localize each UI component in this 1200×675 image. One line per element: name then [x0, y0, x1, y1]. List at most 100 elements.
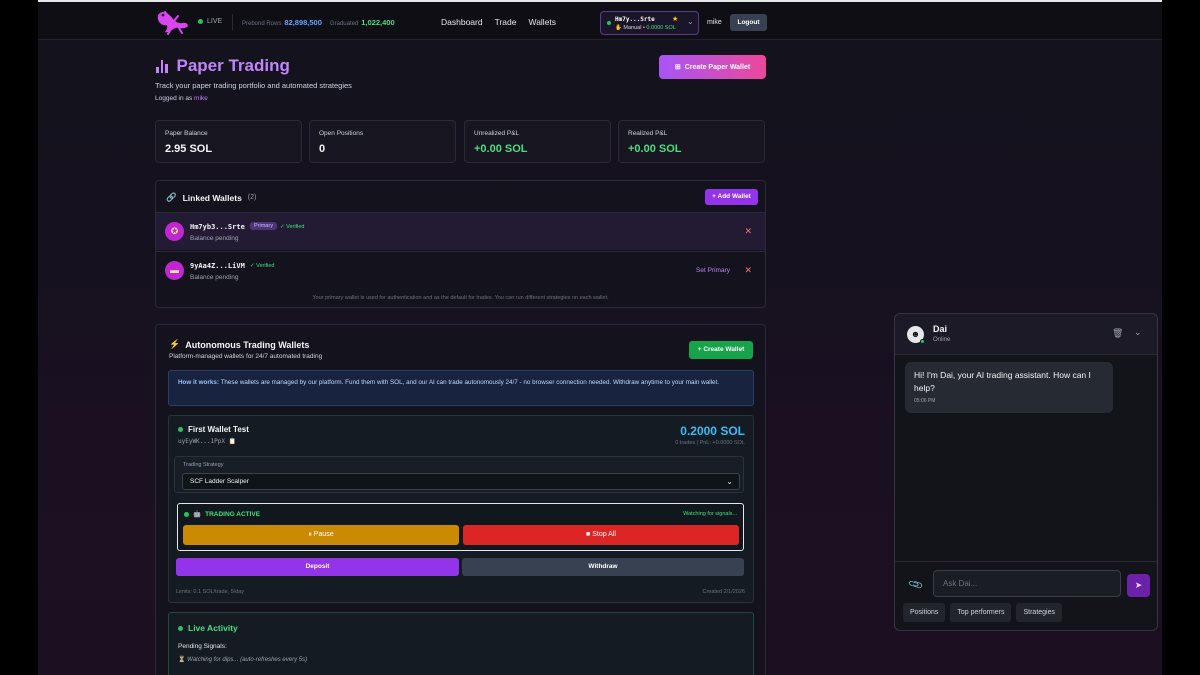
- wallet-selector[interactable]: Hm7y...Srte ★ ✋ Manual • 0.0000 SOL ⌄: [600, 11, 699, 35]
- remove-wallet-icon[interactable]: ✕: [744, 265, 752, 276]
- linked-wallets-count: (2): [247, 194, 257, 201]
- nav-link-dashboard[interactable]: Dashboard: [441, 17, 483, 27]
- pending-signals-label: Pending Signals:: [178, 643, 227, 650]
- wallet-trade-meta: 0 trades | PnL: +0.0000 SOL: [675, 440, 745, 446]
- chat-composer: 📎 ➤ Positions Top performers Strategies: [895, 561, 1157, 630]
- trading-active-label: 🤖 TRADING ACTIVE: [184, 510, 260, 518]
- set-primary-button[interactable]: Set Primary: [696, 267, 730, 274]
- message-time: 05:06 PM: [914, 398, 936, 404]
- gecko-logo-icon[interactable]: [154, 9, 190, 35]
- nav-divider: [232, 14, 233, 30]
- market-stats: Prebond Rows 82,898,500 Graduated 1,022,400: [242, 18, 403, 27]
- send-icon: ➤: [1134, 580, 1143, 590]
- chat-input[interactable]: [933, 570, 1121, 597]
- bolt-icon: ⚡: [169, 339, 181, 349]
- online-dot: [920, 339, 925, 344]
- deposit-button[interactable]: Deposit: [176, 558, 459, 576]
- page-subtitle: Track your paper trading portfolio and a…: [155, 81, 352, 90]
- quick-action-strategies[interactable]: Strategies: [1016, 603, 1063, 622]
- chevron-down-icon[interactable]: ⌄: [1134, 327, 1142, 338]
- watching-dips-line: ⏳ Watching for dips... (auto-refreshes e…: [178, 656, 307, 663]
- page-title: Paper Trading: [156, 56, 290, 76]
- active-dot: [184, 511, 189, 517]
- nav-links: Dashboard Trade Wallets: [441, 17, 556, 27]
- stat-value: +0.00 SOL: [628, 143, 682, 155]
- linked-wallets-title: Linked Wallets: [182, 192, 242, 203]
- live-dot: [198, 19, 203, 24]
- strategy-label: Trading Strategy: [183, 462, 224, 468]
- how-label: How it works:: [178, 379, 219, 386]
- wallet-balance: Balance pending: [190, 274, 239, 281]
- trash-icon[interactable]: 🗑: [1112, 328, 1123, 339]
- active-dot: [178, 427, 183, 432]
- nav-link-trade[interactable]: Trade: [495, 17, 517, 27]
- quick-action-positions[interactable]: Positions: [903, 603, 946, 622]
- chart-bars-icon: [156, 59, 168, 73]
- live-activity-text: Live Activity: [188, 623, 238, 633]
- pause-button[interactable]: ⏸ Pause: [183, 525, 459, 545]
- watching-signals: Watching for signals...: [683, 511, 737, 517]
- send-button[interactable]: ➤: [1127, 574, 1150, 597]
- stat-value: 2.95 SOL: [165, 143, 213, 155]
- nav-link-wallets[interactable]: Wallets: [528, 17, 556, 27]
- watching-dips-text: Watching for dips... (auto-refreshes eve…: [187, 657, 308, 663]
- autonomous-subtitle: Platform-managed wallets for 24/7 automa…: [169, 353, 323, 360]
- stop-all-button[interactable]: ■ Stop All: [463, 525, 739, 545]
- wallet-mode: Manual: [623, 25, 642, 31]
- logged-in-user: mike: [194, 95, 208, 102]
- copy-icon[interactable]: 📋: [229, 438, 236, 445]
- hand-icon: ✋: [615, 25, 622, 31]
- plus-box-icon: ⊞: [674, 64, 681, 71]
- stop-label: Stop All: [592, 531, 616, 538]
- stat-label: Paper Balance: [165, 130, 208, 137]
- username: mike: [707, 19, 722, 26]
- star-icon: ★: [672, 16, 679, 23]
- graduated-label: Graduated: [329, 21, 359, 27]
- wallet-address: 9yAa4Z...LiVM: [190, 262, 245, 270]
- wallet-balance: 0.2000 SOL: [680, 424, 745, 438]
- autonomous-header: ⚡ Autonomous Trading Wallets: [169, 339, 309, 350]
- logged-in-line: Logged in as mike: [155, 95, 208, 102]
- logout-button[interactable]: Logout: [730, 14, 767, 31]
- stat-label: Unrealized P&L: [474, 130, 520, 137]
- linked-wallets-header: 🔗 Linked Wallets (2): [166, 192, 256, 203]
- primary-wallet-note: Your primary wallet is used for authenti…: [312, 295, 609, 301]
- wallet-avatar: ✪: [165, 222, 184, 241]
- stat-value: +0.00 SOL: [474, 143, 528, 155]
- create-wallet-button[interactable]: + Create Wallet: [689, 341, 753, 359]
- pause-label: Pause: [313, 531, 334, 538]
- prebond-value: 82,898,500: [284, 18, 322, 27]
- wallet-address: uyEyWK...1PpX 📋: [178, 438, 236, 445]
- chevron-down-icon: ⌄: [726, 477, 733, 486]
- primary-badge: Primary: [250, 222, 277, 230]
- autonomous-wallets-panel: ⚡ Autonomous Trading Wallets Platform-ma…: [155, 324, 766, 675]
- wallet-address: Hm7yb3...Srte: [190, 223, 245, 231]
- paperclip-icon[interactable]: 📎: [908, 578, 924, 594]
- stat-card-open-positions: Open Positions 0: [309, 120, 456, 163]
- assistant-avatar: ☻: [907, 326, 925, 344]
- linked-wallet-row[interactable]: ✪ Hm7yb3...Srte Primary ✓ Verified Balan…: [156, 212, 765, 250]
- stat-card-paper-balance: Paper Balance 2.95 SOL: [155, 120, 302, 163]
- wallet-name: First Wallet Test: [178, 425, 249, 434]
- withdraw-button[interactable]: Withdraw: [462, 558, 744, 576]
- assistant-message: Hi! I'm Dai, your AI trading assistant. …: [905, 362, 1113, 413]
- page-title-text: Paper Trading: [176, 56, 290, 75]
- stat-card-realized-pnl: Realized P&L +0.00 SOL: [618, 120, 765, 163]
- wallet-limits: Limits: 0.1 SOL/trade, 5/day: [176, 589, 245, 595]
- quick-action-top-performers[interactable]: Top performers: [950, 603, 1012, 622]
- strategy-select[interactable]: SCF Ladder Scalper ⌄: [182, 473, 740, 490]
- assistant-status: Online: [933, 337, 951, 343]
- linked-wallet-row[interactable]: ▬ 9yAa4Z...LiVM ✓ Verified Balance pendi…: [156, 251, 765, 289]
- wallet-name-text: First Wallet Test: [188, 425, 249, 434]
- remove-wallet-icon[interactable]: ✕: [744, 226, 752, 237]
- verified-label: ✓ Verified: [250, 263, 275, 269]
- add-wallet-button[interactable]: + Add Wallet: [705, 189, 758, 205]
- autonomous-wallet-card: First Wallet Test uyEyWK...1PpX 📋 0.2000…: [168, 415, 754, 603]
- create-paper-wallet-button[interactable]: ⊞ Create Paper Wallet: [659, 55, 766, 79]
- stat-label: Open Positions: [319, 130, 364, 137]
- how-text: These wallets are managed by our platfor…: [220, 379, 719, 386]
- wallet-balance: Balance pending: [190, 235, 239, 242]
- message-text: Hi! I'm Dai, your AI trading assistant. …: [914, 370, 1091, 393]
- quick-actions: Positions Top performers Strategies: [903, 603, 1063, 622]
- top-navbar: LIVE Prebond Rows 82,898,500 Graduated 1,02…: [38, 2, 1162, 40]
